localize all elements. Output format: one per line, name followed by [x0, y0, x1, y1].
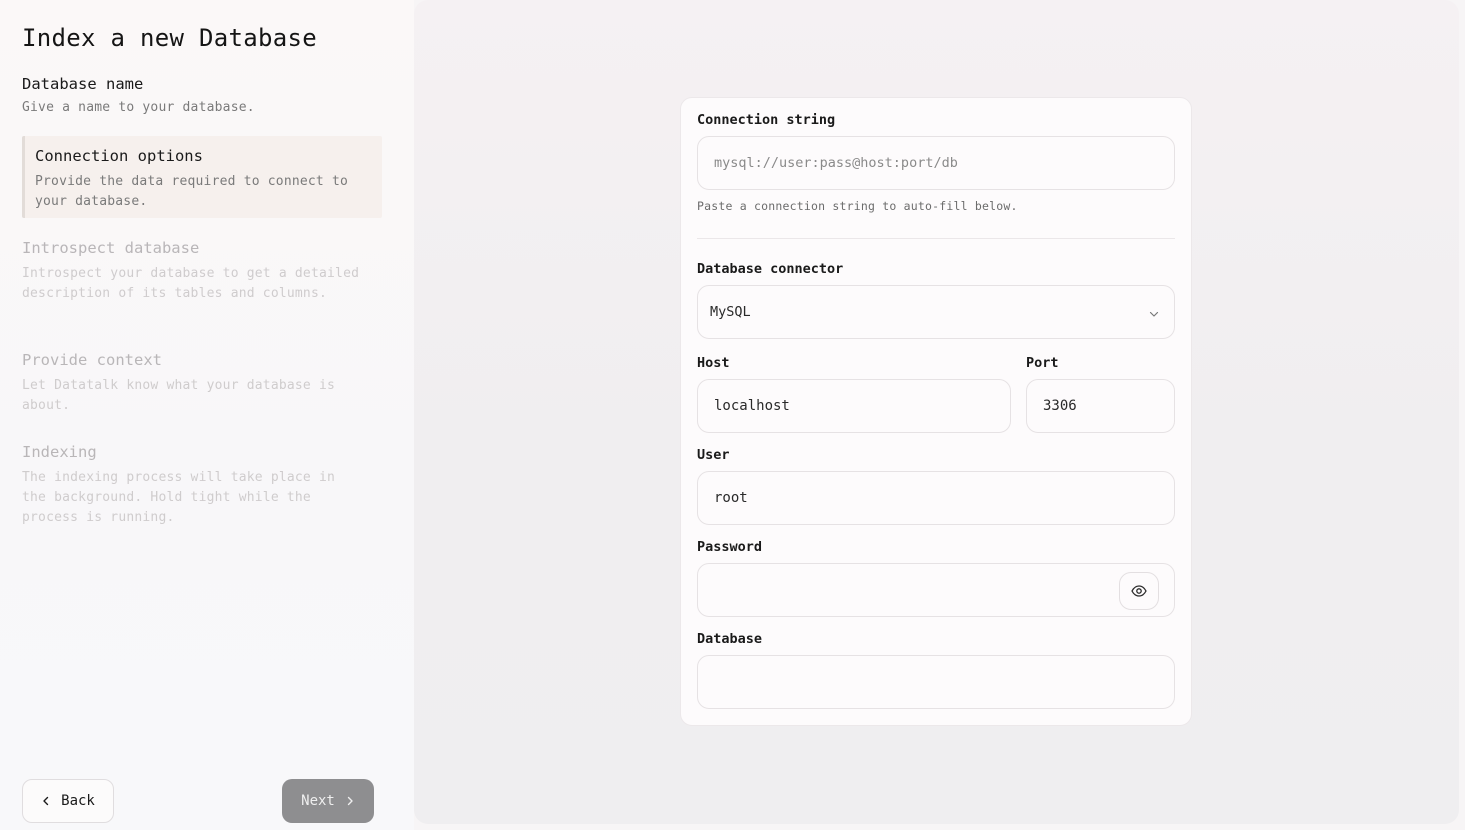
connection-string-placeholder: mysql://user:pass@host:port/db — [714, 155, 958, 171]
step-introspect-database: Introspect database Introspect your data… — [22, 238, 362, 304]
eye-icon — [1131, 585, 1147, 597]
step-description: Let Datatalk know what your database is … — [22, 378, 336, 413]
connection-string-hint: Paste a connection string to auto-fill b… — [697, 199, 1018, 213]
port-value: 3306 — [1043, 398, 1077, 414]
password-label: Password — [697, 539, 763, 555]
password-input[interactable] — [697, 563, 1175, 617]
step-connection-options[interactable]: Connection options Provide the data requ… — [22, 136, 382, 218]
host-label: Host — [697, 355, 730, 371]
port-label: Port — [1026, 355, 1059, 371]
step-title: Connection options — [35, 147, 203, 165]
database-label: Database — [697, 631, 763, 647]
chevron-right-icon — [347, 796, 353, 806]
step-title: Introspect database — [22, 239, 200, 257]
user-value: root — [714, 490, 748, 506]
step-provide-context: Provide context Let Datatalk know what y… — [22, 350, 362, 416]
host-value: localhost — [714, 398, 790, 414]
next-label: Next — [301, 793, 335, 809]
section-divider — [697, 238, 1175, 239]
step-title: Provide context — [22, 351, 162, 369]
chevron-left-icon — [43, 796, 49, 806]
step-title: Indexing — [22, 443, 97, 461]
port-input[interactable]: 3306 — [1026, 379, 1175, 433]
connector-label: Database connector — [697, 261, 844, 277]
connection-string-input[interactable]: mysql://user:pass@host:port/db — [697, 136, 1175, 190]
page-title: Index a new Database — [22, 24, 317, 52]
user-label: User — [697, 447, 730, 463]
chevron-down-icon — [1149, 311, 1159, 317]
step-description: The indexing process will take place in … — [22, 470, 336, 525]
next-button[interactable]: Next — [282, 779, 374, 823]
step-description: Give a name to your database. — [22, 100, 255, 115]
step-indexing: Indexing The indexing process will take … — [22, 442, 362, 528]
back-label: Back — [61, 793, 95, 809]
step-description: Introspect your database to get a detail… — [22, 266, 360, 301]
toggle-password-visibility-button[interactable] — [1119, 572, 1159, 610]
connection-form-card: Connection string mysql://user:pass@host… — [680, 97, 1192, 726]
connector-value: MySQL — [710, 304, 751, 320]
step-database-name[interactable]: Database name Give a name to your databa… — [22, 74, 382, 118]
user-input[interactable]: root — [697, 471, 1175, 525]
connector-select[interactable]: MySQL — [697, 285, 1175, 339]
database-input[interactable] — [697, 655, 1175, 709]
wizard-sidebar: Index a new Database Database name Give … — [0, 0, 414, 830]
connection-string-label: Connection string — [697, 112, 836, 128]
back-button[interactable]: Back — [22, 779, 114, 823]
step-description: Provide the data required to connect to … — [35, 174, 349, 209]
host-input[interactable]: localhost — [697, 379, 1011, 433]
step-title: Database name — [22, 75, 144, 93]
